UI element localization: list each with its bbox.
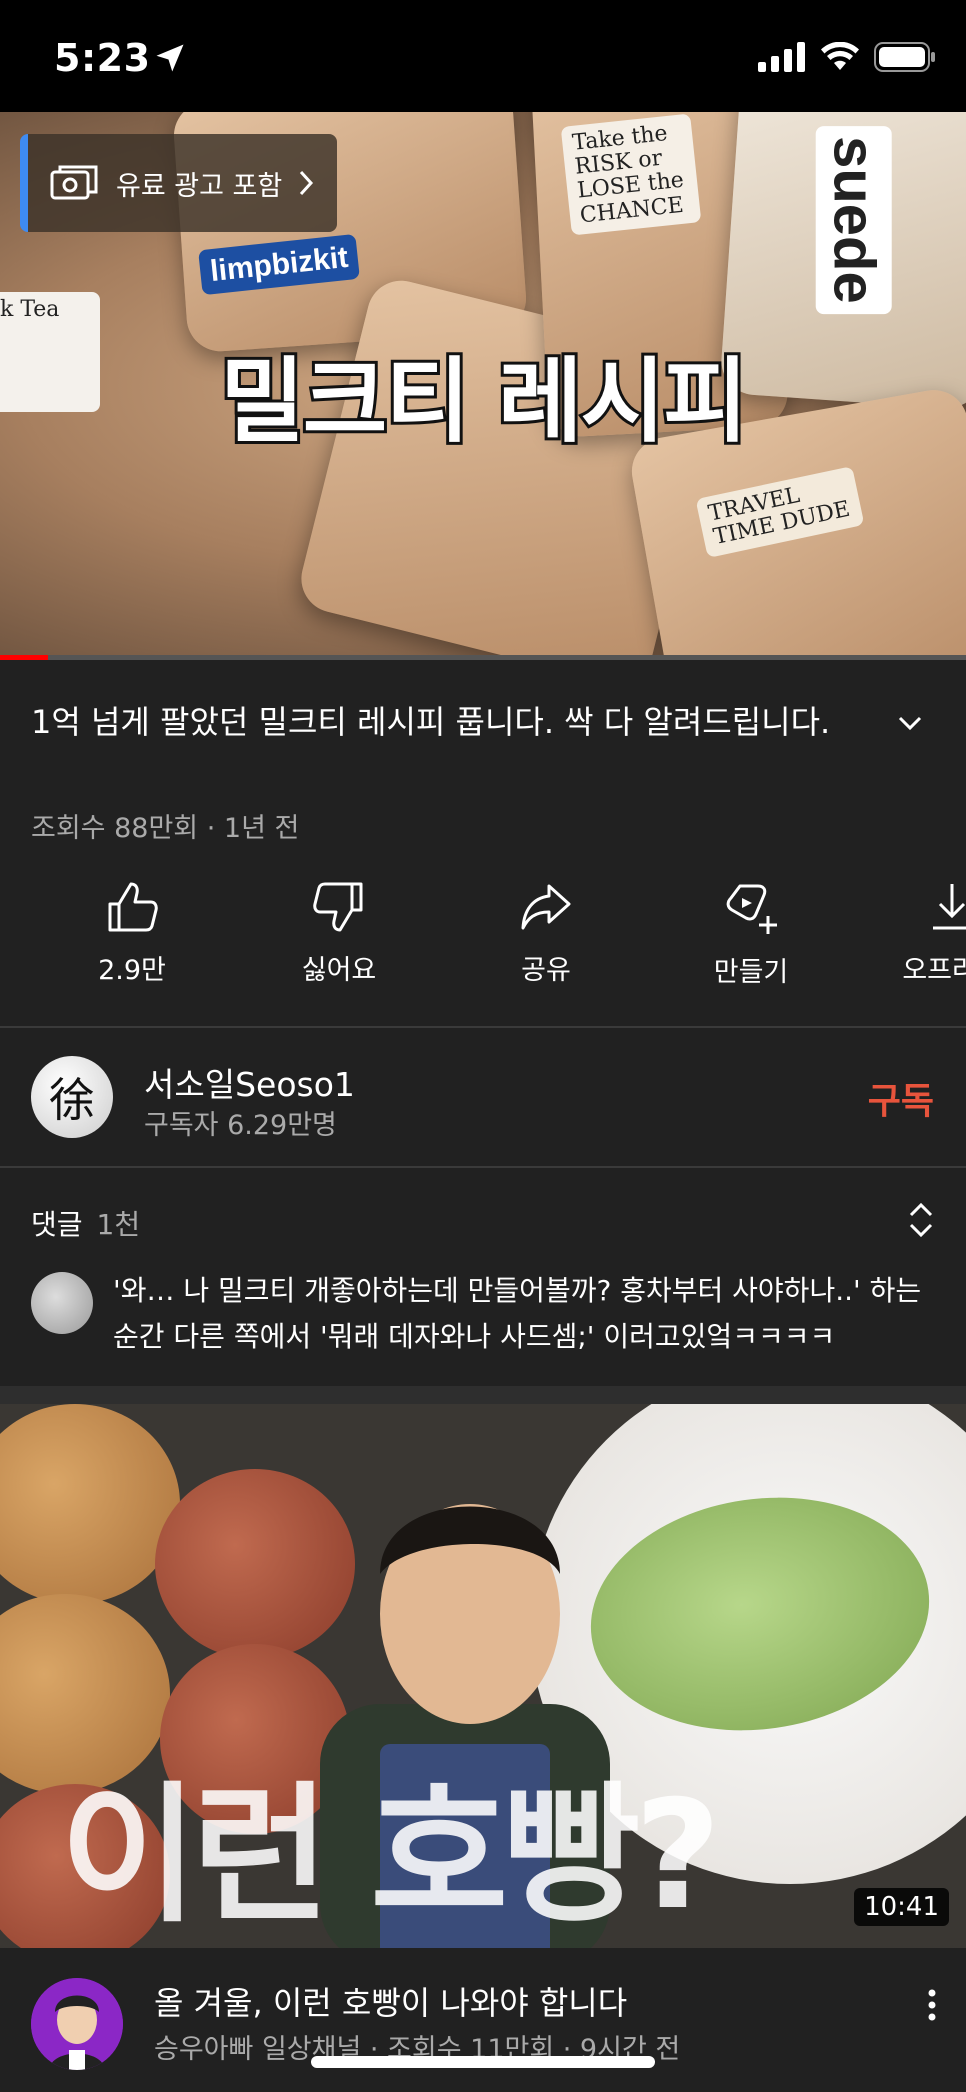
commenter-avatar bbox=[31, 1272, 93, 1334]
cellular-signal-icon bbox=[758, 42, 805, 72]
expand-collapse-icon[interactable] bbox=[906, 1200, 936, 1240]
remix-button[interactable]: 만들기 bbox=[671, 880, 831, 989]
chevron-right-icon bbox=[300, 170, 314, 196]
like-count: 2.9만 bbox=[98, 955, 166, 986]
remix-label: 만들기 bbox=[713, 957, 789, 988]
video-duration: 10:41 bbox=[854, 1888, 949, 1926]
remix-icon bbox=[726, 884, 777, 934]
video-meta: 조회수 88만회 · 1년 전 bbox=[31, 813, 300, 844]
paid-promotion-label: 유료 광고 포함 bbox=[116, 170, 283, 202]
share-label: 공유 bbox=[521, 955, 571, 986]
download-button[interactable]: 오프라인 bbox=[872, 880, 966, 987]
channel-avatar[interactable]: 徐 bbox=[31, 1056, 113, 1138]
avatar-illustration bbox=[31, 1978, 123, 2070]
paid-promotion-icon bbox=[50, 165, 98, 200]
divider bbox=[0, 1166, 966, 1168]
thumbs-up-icon bbox=[108, 882, 158, 932]
video-title[interactable]: 1억 넘게 팔았던 밀크티 레시피 풉니다. 싹 다 알려드립니다. bbox=[31, 698, 851, 746]
video-overlay-title: 밀크티 레시피 bbox=[217, 345, 751, 458]
comments-label: 댓글 bbox=[31, 1208, 83, 1241]
battery-icon bbox=[874, 42, 935, 72]
like-button[interactable]: 2.9만 bbox=[52, 880, 212, 987]
sticker: Take the RISK or LOSE the CHANCE bbox=[560, 113, 702, 236]
bun-image bbox=[0, 1404, 180, 1604]
status-indicators bbox=[758, 42, 936, 72]
next-video-thumbnail[interactable]: 이런 호빵? bbox=[0, 1404, 966, 1948]
video-progress-fill bbox=[0, 655, 49, 660]
thumbs-down-icon bbox=[313, 882, 363, 932]
paid-promotion-badge[interactable]: 유료 광고 포함 bbox=[20, 134, 337, 232]
download-icon bbox=[933, 884, 966, 930]
comments-count: 1천 bbox=[96, 1208, 141, 1241]
sticker: suede bbox=[815, 126, 892, 314]
next-video-title[interactable]: 올 겨울, 이런 호빵이 나와야 합니다 bbox=[154, 1978, 627, 2024]
top-comment-text[interactable]: '와… 나 밀크티 개좋아하는데 만들어볼까? 홍차부터 사야하나..' 하는 … bbox=[113, 1268, 933, 1360]
location-arrow-icon bbox=[156, 44, 184, 72]
share-button[interactable]: 공유 bbox=[466, 880, 626, 987]
more-options-icon[interactable] bbox=[920, 1985, 944, 2025]
next-video-channel-avatar[interactable] bbox=[31, 1978, 123, 2070]
wifi-icon bbox=[821, 42, 859, 70]
download-label: 오프라인 bbox=[902, 955, 966, 986]
video-player[interactable]: Take the RISK or LOSE the CHANCE limpbiz… bbox=[0, 112, 966, 660]
status-bar: 5:23 bbox=[0, 0, 966, 112]
section-separator bbox=[0, 1386, 966, 1404]
channel-name[interactable]: 서소일Seoso1 bbox=[144, 1058, 355, 1106]
thumbnail-overlay-text: 이런 호빵? bbox=[60, 1769, 721, 1943]
channel-subscriber-count: 구독자 6.29만명 bbox=[144, 1110, 337, 1141]
video-progress-bar[interactable] bbox=[0, 655, 966, 660]
chevron-down-icon[interactable] bbox=[895, 708, 925, 738]
subscribe-button[interactable]: 구독 bbox=[868, 1072, 934, 1124]
divider bbox=[0, 1026, 966, 1028]
share-icon bbox=[521, 884, 571, 930]
dislike-button[interactable]: 싫어요 bbox=[259, 880, 419, 987]
status-time: 5:23 bbox=[54, 36, 151, 80]
comments-header[interactable]: 댓글 1천 bbox=[31, 1203, 140, 1243]
home-indicator[interactable] bbox=[311, 2056, 655, 2068]
action-row: 2.9만 싫어요 공유 만들기 오프라인 bbox=[0, 880, 966, 1010]
dislike-label: 싫어요 bbox=[301, 955, 377, 986]
